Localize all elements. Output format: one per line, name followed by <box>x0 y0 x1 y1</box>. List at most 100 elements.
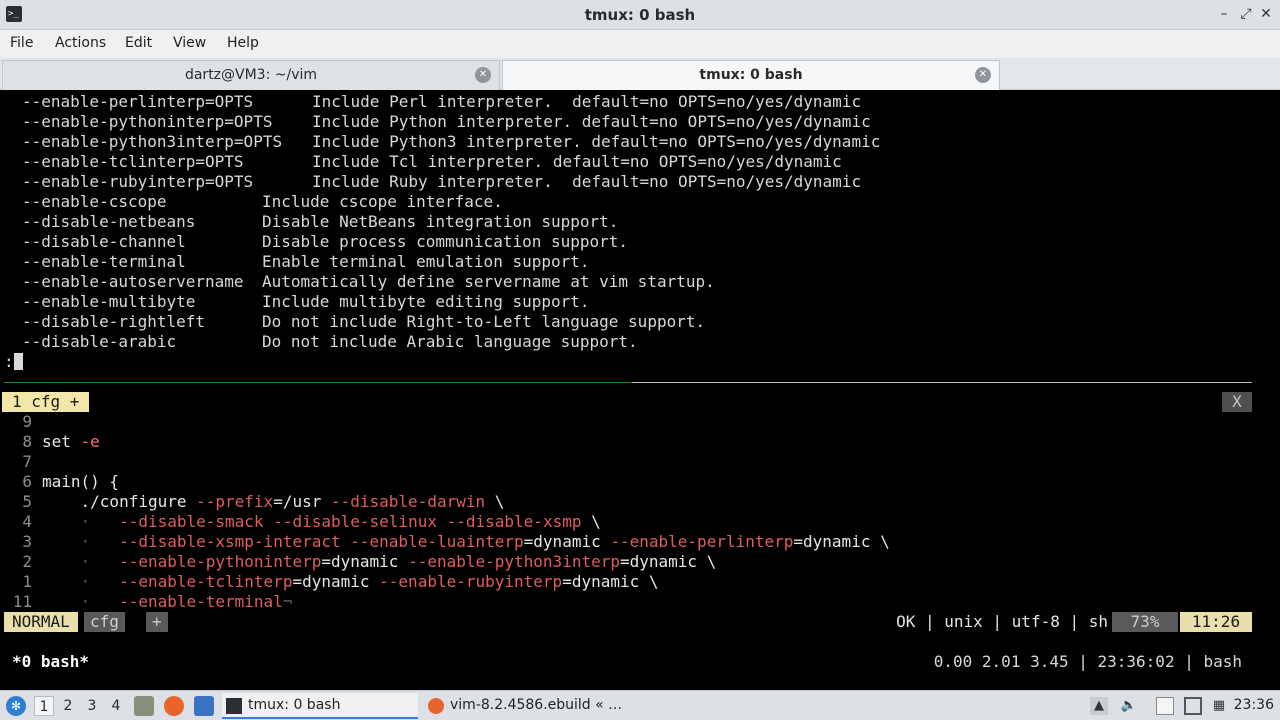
code-flag: --disable-xsmp <box>446 512 582 531</box>
code-token: =dynamic <box>292 572 380 591</box>
workspace-2[interactable]: 2 <box>58 696 78 716</box>
code-token: \ <box>485 492 505 511</box>
code-text: ./configure --prefix=/usr --disable-darw… <box>42 492 505 512</box>
tab-vim[interactable]: dartz@VM3: ~/vim ✕ <box>2 60 500 90</box>
code-flag: --prefix <box>196 492 274 511</box>
window-title: tmux: 0 bash <box>584 6 696 24</box>
vim-command-line[interactable]: : <box>4 352 23 372</box>
firefox-icon[interactable] <box>164 696 184 716</box>
tab-label: tmux: 0 bash <box>699 67 803 83</box>
task-firefox[interactable]: vim-8.2.4586.ebuild « … <box>424 693 624 719</box>
tab-tmux[interactable]: tmux: 0 bash ✕ <box>502 60 1000 90</box>
vim-tab-close-button[interactable]: X <box>1222 392 1252 412</box>
vim-modified-flag: + <box>146 612 168 632</box>
help-option: --disable-arabic <box>22 332 177 351</box>
task-tmux[interactable]: tmux: 0 bash <box>222 693 418 719</box>
command-prompt: : <box>4 352 14 371</box>
volume-icon[interactable]: 🔈 <box>1120 697 1138 715</box>
menu-edit[interactable]: Edit <box>125 35 152 51</box>
workspace-4[interactable]: 4 <box>106 696 126 716</box>
whitespace-marker: · <box>42 572 120 591</box>
line-number: 1 <box>22 572 32 591</box>
help-line: --enable-pythoninterp=OPTS Include Python… <box>22 112 871 132</box>
vim-filename: cfg <box>84 612 125 632</box>
menu-help[interactable]: Help <box>227 35 259 51</box>
help-description: Disable NetBeans integration support. <box>262 212 619 231</box>
terminal-area[interactable]: --enable-perlinterp=OPTS Include Perl int… <box>0 91 1280 690</box>
help-option: --enable-cscope <box>22 192 167 211</box>
whitespace-marker: · <box>42 592 120 611</box>
help-option: --enable-tclinterp=OPTS <box>22 152 244 171</box>
code-keyword: -e <box>80 432 100 451</box>
help-option: --enable-autoservername <box>22 272 244 291</box>
start-menu-icon[interactable]: ✻ <box>6 696 26 716</box>
help-option: --enable-terminal <box>22 252 186 271</box>
code-token: =dynamic \ <box>562 572 659 591</box>
tab-close-icon[interactable]: ✕ <box>475 67 491 83</box>
help-line: --enable-autoservername Automatically def… <box>22 272 715 292</box>
tmux-window-name[interactable]: *0 bash* <box>12 652 89 672</box>
minimize-icon[interactable]: – <box>1214 4 1234 24</box>
configure-help-output: --enable-perlinterp=OPTS Include Perl int… <box>22 92 880 352</box>
code-line: 1 · --enable-tclinterp=dynamic --enable-… <box>0 572 1280 592</box>
help-line: --disable-channel Disable process communi… <box>22 232 628 252</box>
code-token: =dynamic \ <box>793 532 890 551</box>
help-option: --enable-python3interp=OPTS <box>22 132 283 151</box>
active-pane-indicator <box>4 382 632 383</box>
code-text: · --enable-tclinterp=dynamic --enable-ru… <box>42 572 659 592</box>
code-line: 7 <box>0 452 1280 472</box>
whitespace-marker: · <box>42 552 120 571</box>
help-description: Include Python interpreter. default=no O… <box>312 112 871 131</box>
code-token: \ <box>581 512 601 531</box>
vim-buffer[interactable]: 9 8 set -e 7 6 main() {5 ./configure --prefix… <box>0 412 1280 612</box>
line-number: 8 <box>22 432 32 451</box>
maximize-icon[interactable]: ⤢ <box>1236 4 1256 24</box>
file-manager-icon[interactable] <box>134 696 154 716</box>
tray-arrow-icon[interactable]: ▲ <box>1090 697 1108 715</box>
menu-bar: File Actions Edit View Help <box>0 30 1280 58</box>
close-icon[interactable]: ✕ <box>1256 4 1276 24</box>
code-line: 8 set -e <box>0 432 1280 452</box>
vim-file-info: OK | unix | utf-8 | sh <box>896 612 1108 631</box>
help-description: Automatically define servername at vim s… <box>262 272 715 291</box>
help-line: --enable-perlinterp=OPTS Include Perl int… <box>22 92 861 112</box>
code-flag: --disable-selinux <box>273 512 437 531</box>
help-description: Enable terminal emulation support. <box>262 252 590 271</box>
tab-close-icon[interactable]: ✕ <box>975 67 991 83</box>
code-flag: --enable-tclinterp <box>119 572 293 591</box>
code-token: main() { <box>42 472 120 491</box>
line-number: 4 <box>22 512 32 531</box>
workspace-1[interactable]: 1 <box>34 696 54 716</box>
vim-tabline: 1 cfg + X <box>0 392 1280 412</box>
vim-tab-cfg[interactable]: 1 cfg + <box>2 392 90 412</box>
help-description: Include Python3 interpreter. default=no … <box>312 132 881 151</box>
code-token: ./configure <box>42 492 197 511</box>
code-flag: --enable-python3interp <box>408 552 620 571</box>
code-line: 11 · --enable-terminal¬ <box>0 592 1280 612</box>
workspace-3[interactable]: 3 <box>82 696 102 716</box>
code-line: 5 ./configure --prefix=/usr --disable-da… <box>0 492 1280 512</box>
vim-mode: NORMAL <box>4 612 78 632</box>
terminal-icon <box>226 698 242 714</box>
menu-view[interactable]: View <box>173 35 206 51</box>
code-token: =/usr <box>273 492 331 511</box>
clipboard-icon[interactable] <box>1156 697 1174 715</box>
network-icon[interactable]: ▦ <box>1210 697 1228 715</box>
taskbar: ✻ 1 2 3 4 tmux: 0 bash vim-8.2.4586.ebui… <box>0 690 1280 720</box>
help-description: Do not include Right-to-Left language su… <box>262 312 706 331</box>
help-option: --disable-rightleft <box>22 312 206 331</box>
help-description: Include multibyte editing support. <box>262 292 590 311</box>
menu-file[interactable]: File <box>10 35 33 51</box>
menu-actions[interactable]: Actions <box>55 35 106 51</box>
desktop-icon[interactable] <box>194 696 214 716</box>
code-text: · --disable-smack --disable-selinux --di… <box>42 512 601 532</box>
whitespace-marker: ¬ <box>282 592 293 611</box>
help-description: Disable process communication support. <box>262 232 629 251</box>
help-option: --disable-netbeans <box>22 212 196 231</box>
code-flag: --enable-terminal <box>119 592 283 611</box>
line-number: 5 <box>22 492 32 511</box>
display-icon[interactable] <box>1184 697 1202 715</box>
code-flag: --disable-smack <box>119 512 264 531</box>
vim-scroll-percent: 73% <box>1112 612 1178 632</box>
